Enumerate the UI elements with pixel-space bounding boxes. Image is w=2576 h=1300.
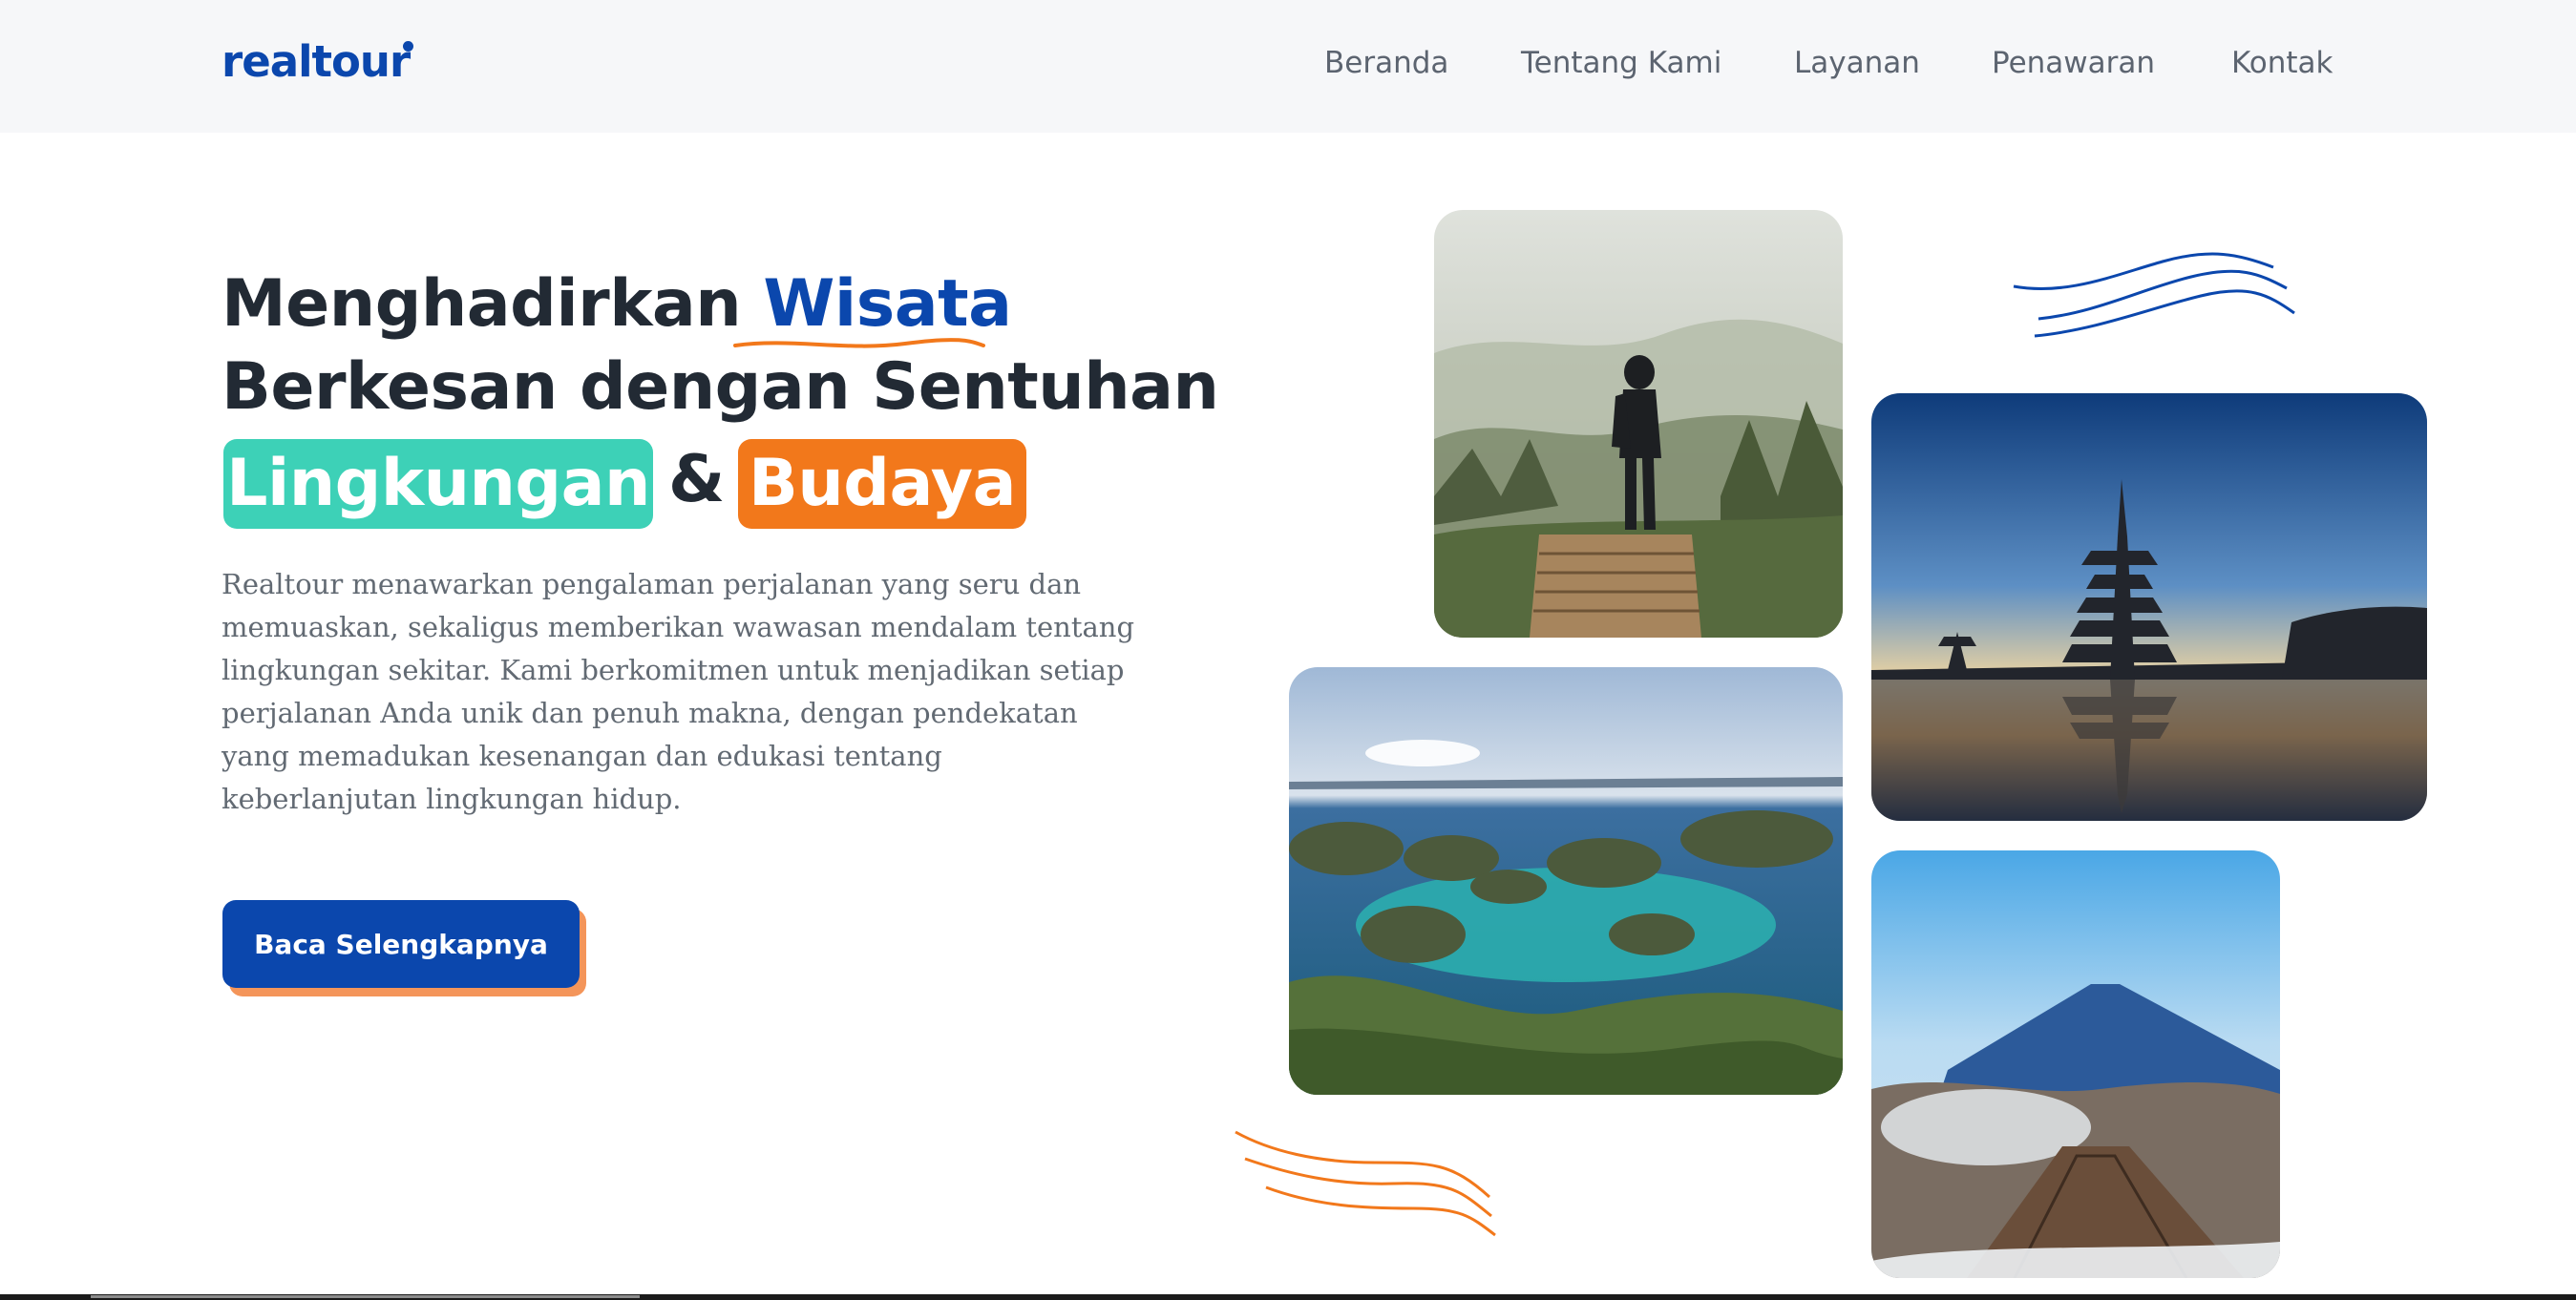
highlight-pill-budaya: Budaya (738, 439, 1026, 529)
hero-title-prefix: Menghadirkan (222, 266, 742, 342)
logo-dot-icon (403, 41, 413, 52)
description-line: lingkungan sekitar. Kami berkomitmen unt… (222, 654, 1125, 686)
site-header: realtour Beranda Tentang Kami Layanan Pe… (0, 0, 2576, 133)
nav-item-tentang-kami[interactable]: Tentang Kami (1521, 46, 1721, 80)
islands-photo-illustration (1289, 667, 1843, 1095)
read-more-button[interactable]: Baca Selengkapnya (222, 900, 580, 988)
description-line: keberlanjutan lingkungan hidup. (222, 783, 682, 815)
brand-logo[interactable]: realtour (222, 36, 411, 87)
photo-islands-bay (1289, 667, 1843, 1095)
photo-temple-lake (1871, 393, 2427, 821)
description-line: Realtour menawarkan pengalaman perjalana… (222, 568, 1082, 600)
temple-photo-illustration (1871, 393, 2427, 821)
hero-description: Realtour menawarkan pengalaman perjalana… (222, 563, 1148, 821)
photo-hiker-misty-forest (1434, 210, 1843, 638)
hero-title-accent: Wisata (763, 266, 1012, 342)
nav-item-kontak[interactable]: Kontak (2231, 46, 2333, 80)
orange-wave-icon (1235, 1130, 1496, 1237)
hiker-photo-illustration (1434, 210, 1843, 638)
bottom-scroll-thumb[interactable] (91, 1295, 640, 1298)
nav-item-beranda[interactable]: Beranda (1324, 46, 1448, 80)
nav-item-penawaran[interactable]: Penawaran (1992, 46, 2155, 80)
volcano-photo-illustration (1871, 850, 2280, 1278)
highlight-pill-lingkungan: Lingkungan (223, 439, 653, 529)
hero-title-line-2: Berkesan dengan Sentuhan (222, 349, 1219, 425)
hero-ampersand: & (668, 442, 726, 517)
description-line: yang memadukan kesenangan dan edukasi te… (222, 740, 942, 772)
photo-volcano (1871, 850, 2280, 1278)
description-line: memuaskan, sekaligus memberikan wawasan … (222, 611, 1135, 643)
hero-title-line-1: Menghadirkan Wisata (222, 266, 1012, 342)
description-line: perjalanan Anda unik dan penuh makna, de… (222, 697, 1078, 729)
nav-item-layanan[interactable]: Layanan (1794, 46, 1920, 80)
blue-wave-icon (2013, 252, 2295, 338)
